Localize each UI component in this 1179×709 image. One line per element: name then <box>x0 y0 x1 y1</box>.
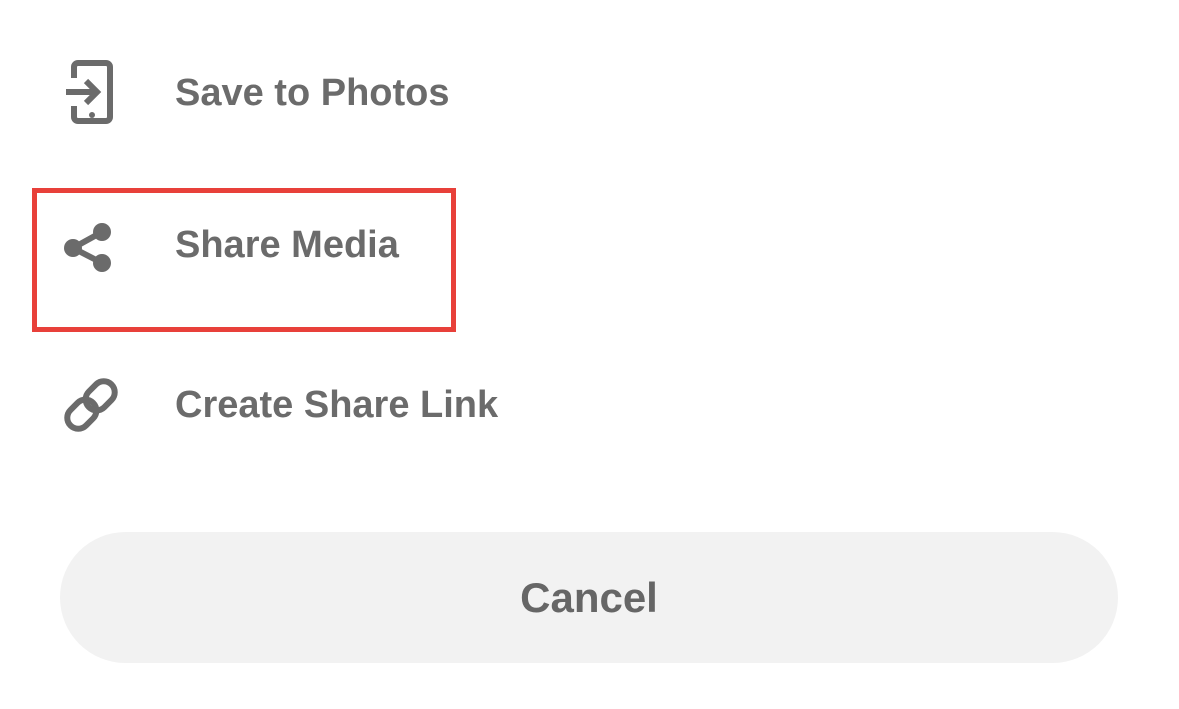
menu-item-save-to-photos[interactable]: Save to Photos <box>0 38 1179 148</box>
menu-item-share-media[interactable]: Share Media <box>0 190 1179 300</box>
share-icon <box>56 210 126 280</box>
link-icon <box>56 370 126 440</box>
menu-item-label: Share Media <box>175 224 399 266</box>
menu-item-label: Save to Photos <box>175 72 450 114</box>
save-to-device-icon <box>56 58 126 128</box>
action-sheet: Save to Photos Share Media Create Share … <box>0 0 1179 709</box>
menu-item-label: Create Share Link <box>175 384 499 426</box>
cancel-button[interactable]: Cancel <box>60 532 1118 663</box>
menu-item-create-share-link[interactable]: Create Share Link <box>0 350 1179 460</box>
